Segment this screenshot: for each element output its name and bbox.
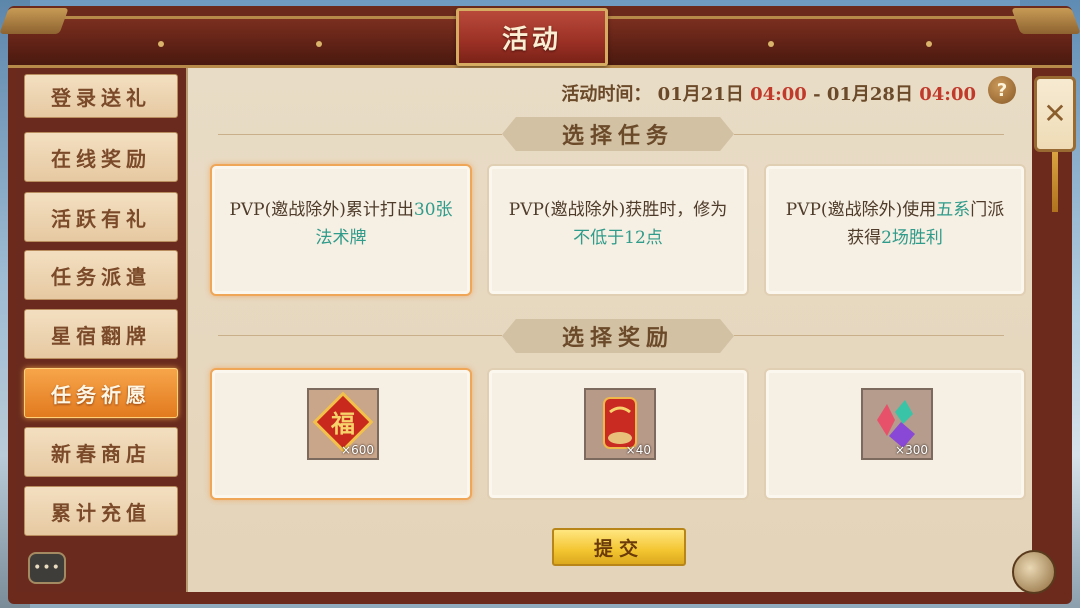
rail-stud xyxy=(316,41,322,47)
rail-stud xyxy=(768,41,774,47)
sidebar-item-online-reward[interactable]: 在线奖励 xyxy=(24,132,178,182)
task-card-3[interactable]: PVP(邀战除外)使用五系门派获得2场胜利 xyxy=(764,164,1026,296)
sidebar-item-label: 任务派遣 xyxy=(51,264,151,289)
event-start-time: 04:00 xyxy=(750,84,807,105)
reward-item: ×300 xyxy=(861,388,933,460)
task-card-2[interactable]: PVP(邀战除外)获胜时，修为不低于12点 xyxy=(487,164,749,296)
sidebar-item-label: 登录送礼 xyxy=(51,86,151,110)
divider xyxy=(734,134,1004,135)
sidebar-item-label: 活跃有礼 xyxy=(51,206,151,231)
reward-card-2[interactable]: ×40 xyxy=(487,368,749,500)
event-start-date: 01月21日 xyxy=(657,84,744,105)
corner-ornament-left xyxy=(0,8,69,34)
title-plaque: 活动 xyxy=(456,8,608,66)
svg-text:福: 福 xyxy=(330,409,355,438)
sidebar-item-recharge[interactable]: 累计充值 xyxy=(24,486,178,536)
sidebar-item-label: 累计充值 xyxy=(51,500,151,525)
sidebar-item-label: 新春商店 xyxy=(51,441,151,466)
reward-quantity: ×600 xyxy=(341,443,374,457)
close-button[interactable]: ✕ xyxy=(1034,76,1076,152)
sidebar-item-task-dispatch[interactable]: 任务派遣 xyxy=(24,250,178,300)
question-icon[interactable]: ? xyxy=(988,76,1016,104)
sidebar-item-label: 任务祈愿 xyxy=(51,382,151,407)
task-text: PVP(邀战除外)获胜时，修为不低于12点 xyxy=(508,200,728,248)
sidebar-item-active-gift[interactable]: 活跃有礼 xyxy=(24,192,178,242)
more-menu-button[interactable]: ••• xyxy=(28,552,66,584)
event-time-label: 活动时间： xyxy=(561,84,652,105)
lantern-tassel xyxy=(1052,152,1058,212)
reward-item: 福 ×600 xyxy=(307,388,379,460)
task-section-header: 选择任务 xyxy=(502,117,734,151)
close-icon: ✕ xyxy=(1043,97,1067,130)
divider xyxy=(734,335,1004,336)
ellipsis-icon: ••• xyxy=(33,560,61,576)
divider xyxy=(218,134,502,135)
sidebar-item-spring-shop[interactable]: 新春商店 xyxy=(24,427,178,477)
event-time-separator: - xyxy=(813,84,821,105)
content-panel: 活动时间： 01月21日 04:00 - 01月28日 04:00 ? 选择任务… xyxy=(186,68,1032,592)
task-text: PVP(邀战除外)累计打出30张法术牌 xyxy=(229,200,453,248)
event-time: 活动时间： 01月21日 04:00 - 01月28日 04:00 xyxy=(561,80,976,106)
emblem-icon xyxy=(1012,550,1056,594)
page-title: 活动 xyxy=(501,24,562,55)
sidebar-item-star-flip[interactable]: 星宿翻牌 xyxy=(24,309,178,359)
reward-section-header: 选择奖励 xyxy=(502,319,734,353)
event-end-time: 04:00 xyxy=(919,84,976,105)
divider xyxy=(218,335,502,336)
rail-stud xyxy=(158,41,164,47)
sidebar: 登录送礼 在线奖励 活跃有礼 任务派遣 星宿翻牌 任务祈愿 新春商店 累计充值 xyxy=(16,68,188,592)
reward-quantity: ×300 xyxy=(895,443,928,457)
task-text: PVP(邀战除外)使用五系门派获得2场胜利 xyxy=(785,200,1005,248)
event-end-date: 01月28日 xyxy=(826,84,913,105)
reward-card-3[interactable]: ×300 xyxy=(764,368,1026,500)
sidebar-item-label: 在线奖励 xyxy=(51,146,151,171)
sidebar-item-task-wish[interactable]: 任务祈愿 xyxy=(24,368,178,418)
corner-ornament-right xyxy=(1011,8,1080,34)
reward-card-1[interactable]: 福 ×600 xyxy=(210,368,472,500)
task-card-1[interactable]: PVP(邀战除外)累计打出30张法术牌 xyxy=(210,164,472,296)
reward-quantity: ×40 xyxy=(625,443,651,457)
reward-item: ×40 xyxy=(584,388,656,460)
sidebar-item-label: 星宿翻牌 xyxy=(51,323,151,348)
sidebar-item-login-gift[interactable]: 登录送礼 xyxy=(24,74,178,118)
rail-stud xyxy=(926,41,932,47)
submit-button[interactable]: 提交 xyxy=(552,528,686,566)
